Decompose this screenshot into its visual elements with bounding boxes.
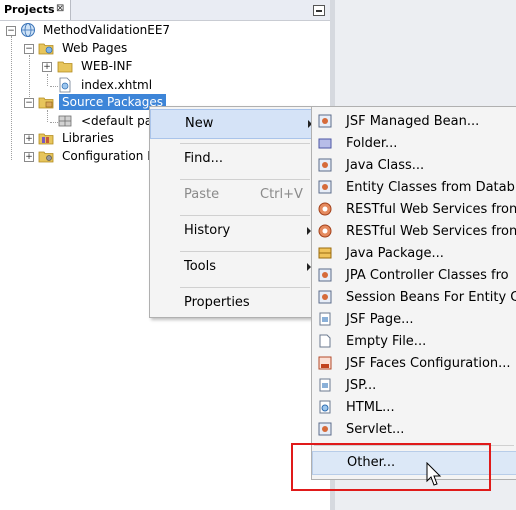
submenu-item-label: RESTful Web Services fron: [346, 202, 516, 217]
managed-bean-icon: [318, 114, 332, 128]
submenu-item-servlet[interactable]: Servlet...: [312, 419, 516, 441]
submenu-item-label: JSP...: [346, 378, 377, 393]
menu-item-label: Tools: [184, 259, 217, 274]
submenu-item-jsf-faces-config[interactable]: JSF Faces Configuration...: [312, 353, 516, 375]
jsf-page-icon: [319, 312, 331, 326]
submenu-item-label: Empty File...: [346, 334, 427, 349]
submenu-item-folder[interactable]: Folder...: [312, 133, 516, 155]
default-package-node[interactable]: <default pa: [81, 114, 152, 128]
context-menu: New Find... Paste Ctrl+V History Tools P…: [149, 106, 315, 318]
source-packages-icon: [38, 97, 54, 109]
package-icon: [58, 115, 72, 127]
submenu-item-jsf-managed-bean[interactable]: JSF Managed Bean...: [312, 111, 516, 133]
libraries-icon: [38, 133, 54, 145]
configuration-folder-icon: [38, 151, 54, 163]
web-project-icon: [21, 23, 35, 37]
menu-separator: [180, 287, 310, 288]
submenu-item-restful-services-1[interactable]: RESTful Web Services fron: [312, 199, 516, 221]
web-inf-node[interactable]: WEB-INF: [81, 59, 132, 73]
package-icon: [318, 247, 332, 259]
submenu-item-label: JSF Page...: [346, 312, 414, 327]
menu-item-label: New: [185, 116, 214, 131]
submenu-item-label: Java Class...: [346, 158, 425, 173]
menu-item-label: Properties: [184, 295, 250, 310]
submenu-item-jsp[interactable]: JSP...: [312, 375, 516, 397]
index-file-node[interactable]: index.xhtml: [81, 78, 152, 92]
jpa-controller-icon: [318, 268, 332, 282]
submenu-item-label: Servlet...: [346, 422, 405, 437]
submenu-item-empty-file[interactable]: Empty File...: [312, 331, 516, 353]
submenu-item-jpa-controller[interactable]: JPA Controller Classes fro: [312, 265, 516, 287]
submenu-item-label: JSF Managed Bean...: [346, 114, 480, 129]
web-pages-folder-icon: [38, 43, 54, 55]
tree-guide: [47, 74, 48, 86]
expand-icon[interactable]: +: [24, 134, 34, 144]
submenu-item-entity-classes[interactable]: Entity Classes from Datab: [312, 177, 516, 199]
configuration-files-node[interactable]: Configuration F: [62, 149, 154, 163]
close-tab-icon[interactable]: ⊠: [56, 3, 64, 14]
submenu-item-label: JSF Faces Configuration...: [346, 356, 511, 371]
project-node[interactable]: MethodValidationEE7: [43, 23, 170, 37]
folder-icon: [318, 138, 332, 149]
empty-file-icon: [319, 334, 331, 348]
submenu-item-html[interactable]: HTML...: [312, 397, 516, 419]
menu-item-new[interactable]: New: [150, 109, 314, 139]
collapse-icon[interactable]: −: [6, 26, 16, 36]
entity-class-icon: [318, 180, 332, 194]
menu-item-label: History: [184, 223, 231, 238]
submenu-item-label: Session Beans For Entity C: [346, 290, 516, 305]
servlet-icon: [318, 422, 332, 436]
expand-icon[interactable]: +: [24, 152, 34, 162]
mouse-cursor-icon: [426, 462, 442, 486]
menu-separator: [180, 215, 310, 216]
collapse-icon[interactable]: −: [24, 44, 34, 54]
submenu-item-session-beans[interactable]: Session Beans For Entity C: [312, 287, 516, 309]
tree-guide: [47, 110, 48, 122]
session-bean-icon: [318, 290, 332, 304]
menu-item-paste: Paste Ctrl+V: [150, 181, 314, 209]
submenu-item-label: JPA Controller Classes fro: [346, 268, 509, 283]
submenu-item-java-class[interactable]: Java Class...: [312, 155, 516, 177]
menu-item-history[interactable]: History: [150, 217, 314, 245]
collapse-icon[interactable]: −: [24, 98, 34, 108]
menu-item-shortcut: Ctrl+V: [260, 187, 303, 202]
submenu-item-label: RESTful Web Services fron: [346, 224, 516, 239]
rest-service-icon: [318, 202, 332, 216]
tree-guide: [11, 36, 12, 160]
menu-item-find[interactable]: Find...: [150, 145, 314, 173]
menu-separator: [180, 143, 310, 144]
java-class-icon: [318, 158, 332, 172]
submenu-item-java-package[interactable]: Java Package...: [312, 243, 516, 265]
projects-tab-label: Projects: [4, 3, 55, 16]
expand-icon[interactable]: +: [42, 62, 52, 72]
jsp-icon: [319, 378, 331, 392]
tree-guide: [29, 55, 30, 103]
libraries-node[interactable]: Libraries: [62, 131, 114, 145]
projects-tab[interactable]: Projects ⊠: [0, 0, 71, 20]
menu-item-properties[interactable]: Properties: [150, 289, 314, 317]
menu-item-label: Find...: [184, 151, 224, 166]
menu-separator: [180, 251, 310, 252]
highlight-annotation: [291, 443, 491, 491]
folder-icon: [57, 61, 73, 73]
rest-service-icon: [318, 224, 332, 238]
submenu-item-jsf-page[interactable]: JSF Page...: [312, 309, 516, 331]
panel-header: Projects ⊠: [0, 0, 330, 21]
minimize-icon[interactable]: [313, 5, 325, 16]
new-submenu: JSF Managed Bean... Folder... Java Class…: [311, 106, 516, 480]
submenu-item-label: Entity Classes from Datab: [346, 180, 515, 195]
html-icon: [319, 400, 331, 414]
submenu-item-label: Folder...: [346, 136, 398, 151]
xhtml-file-icon: [59, 77, 71, 93]
submenu-item-label: HTML...: [346, 400, 395, 415]
menu-separator: [180, 179, 310, 180]
submenu-item-label: Java Package...: [346, 246, 444, 261]
menu-item-tools[interactable]: Tools: [150, 253, 314, 281]
web-pages-node[interactable]: Web Pages: [62, 41, 127, 55]
submenu-item-restful-services-2[interactable]: RESTful Web Services fron: [312, 221, 516, 243]
faces-config-icon: [318, 356, 332, 370]
menu-item-label: Paste: [184, 187, 220, 202]
